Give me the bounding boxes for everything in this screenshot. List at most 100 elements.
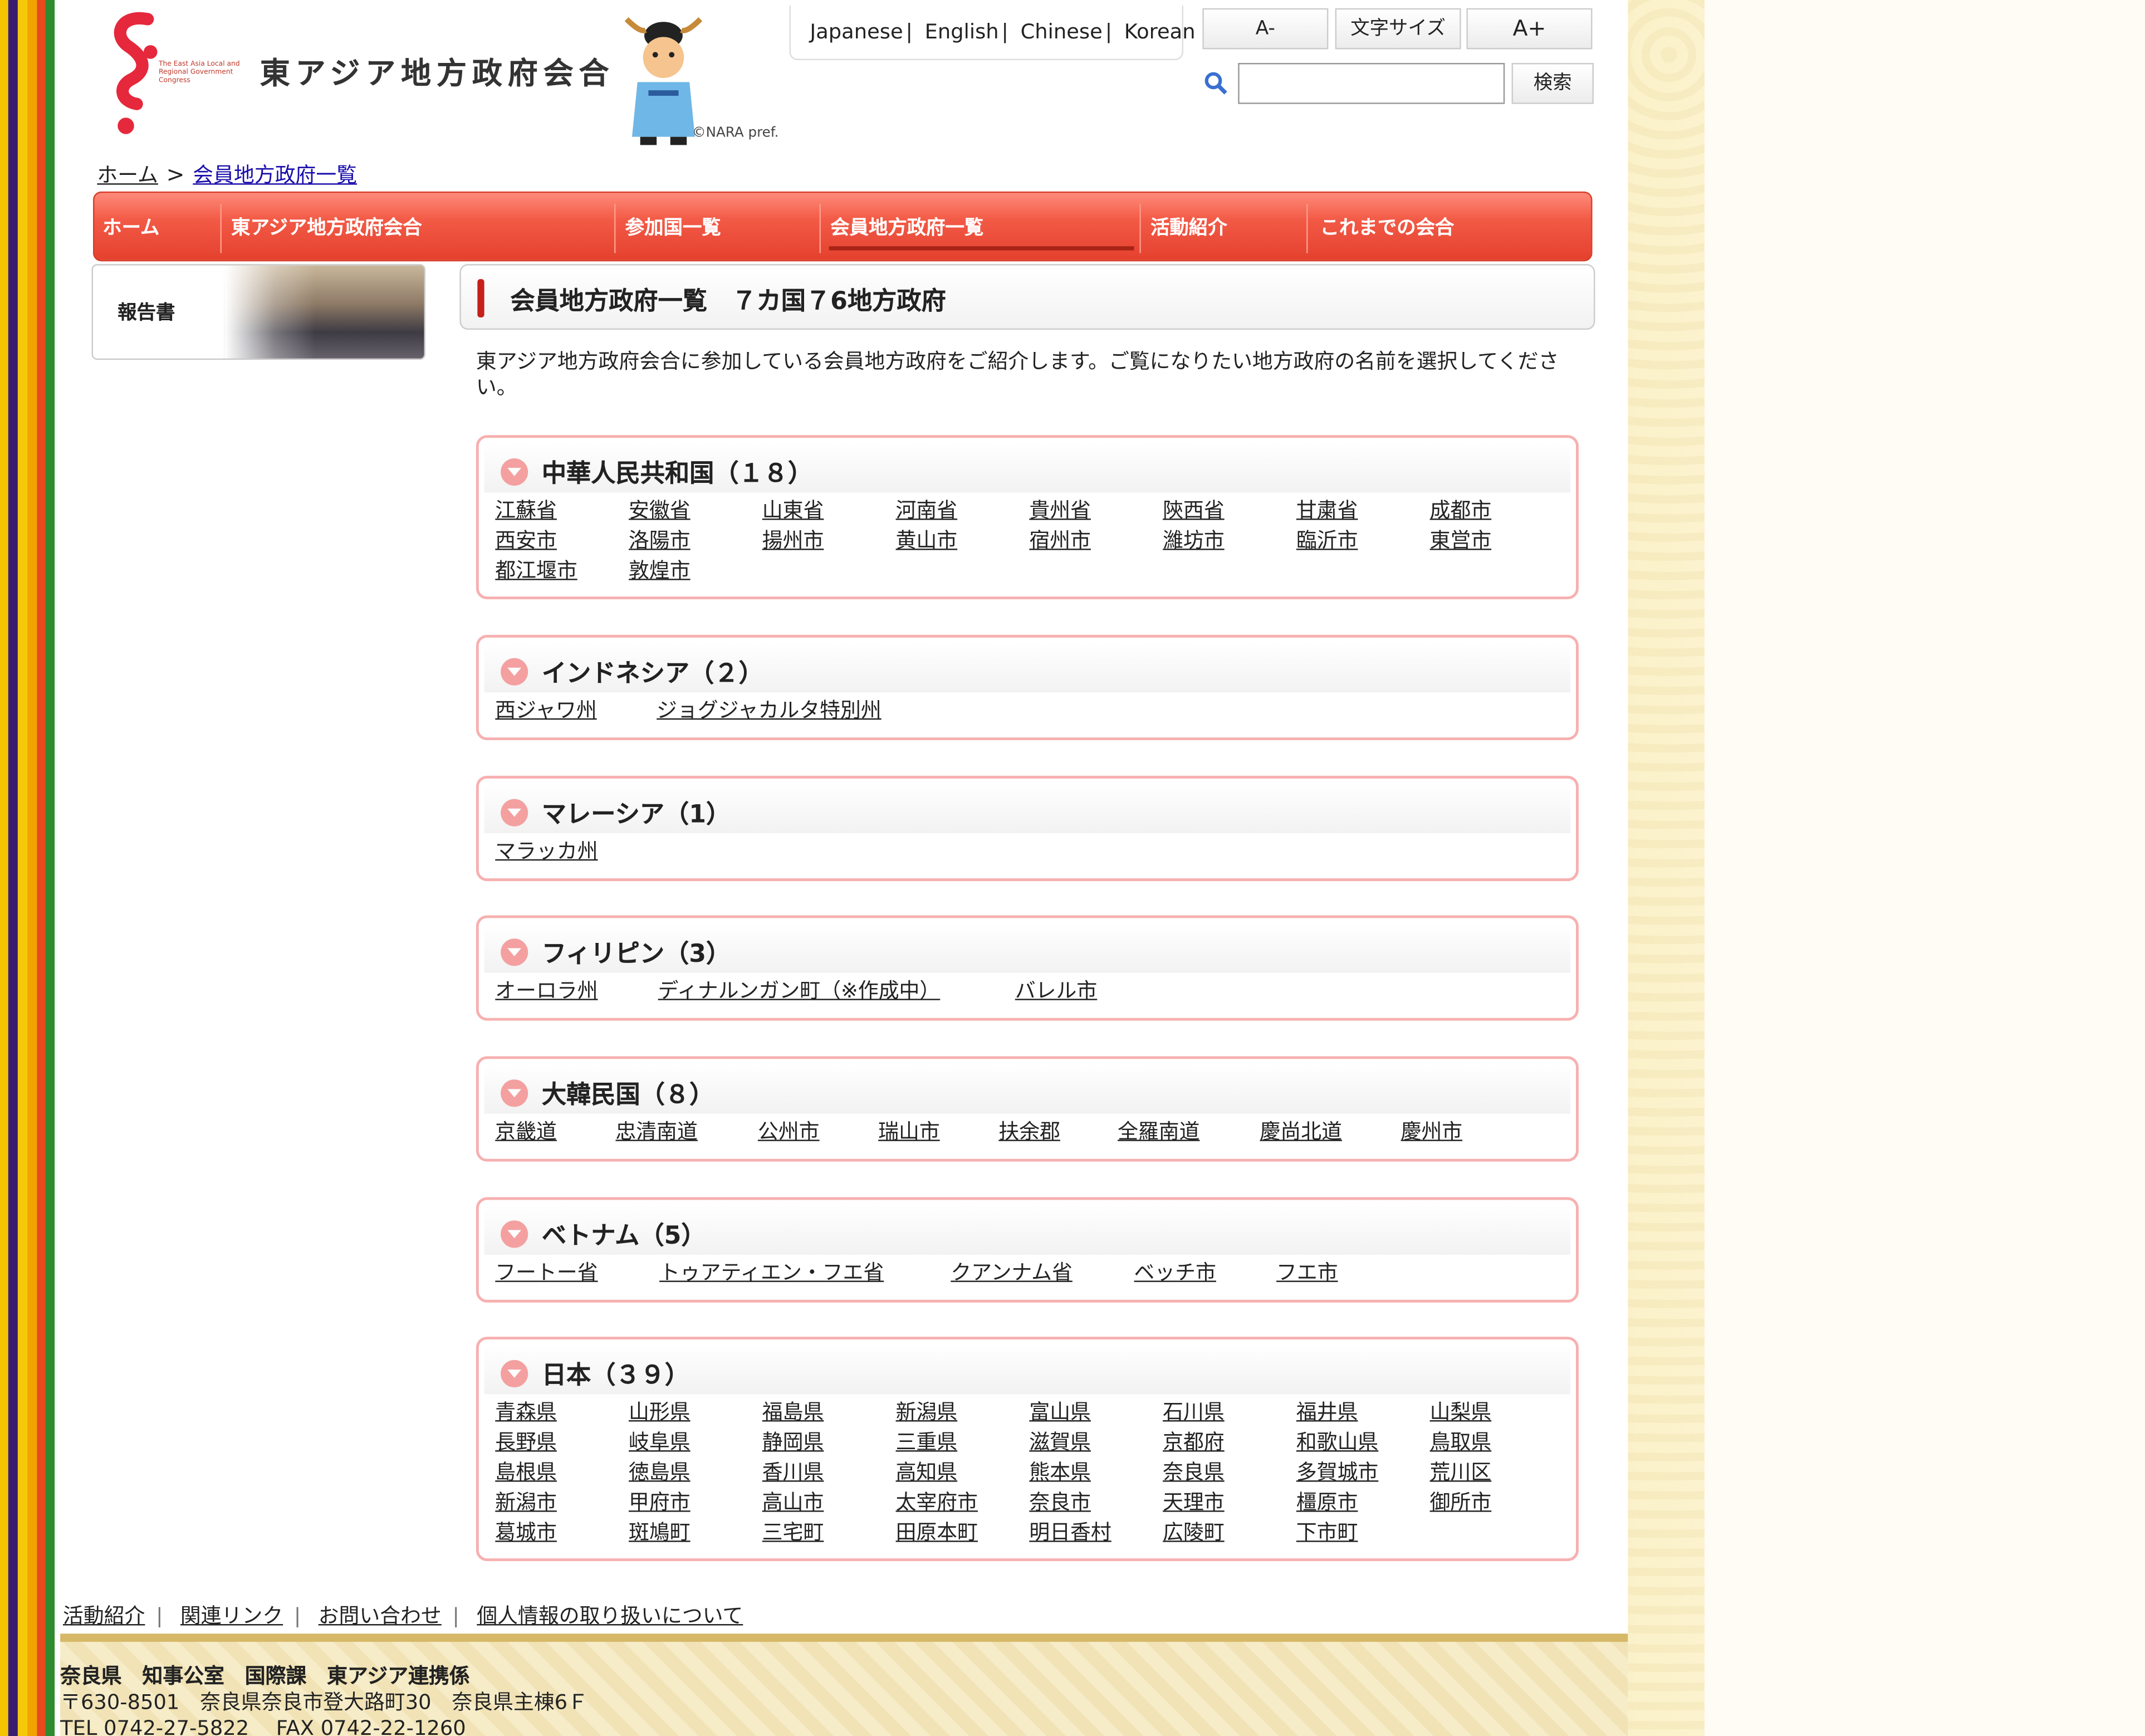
member-government-link[interactable]: 田原本町 bbox=[896, 1517, 978, 1547]
member-government-link[interactable]: オーロラ州 bbox=[495, 976, 598, 1006]
search-button[interactable]: 検索 bbox=[1511, 63, 1594, 104]
member-government-link[interactable]: 全羅南道 bbox=[1118, 1117, 1199, 1147]
member-government-link[interactable]: 福島県 bbox=[762, 1397, 824, 1427]
member-government-link[interactable]: フートー省 bbox=[495, 1258, 598, 1288]
nav-participating-countries[interactable]: 参加国一覧 bbox=[617, 193, 820, 260]
lang-japanese[interactable]: Japanese bbox=[810, 19, 903, 43]
member-government-link[interactable]: 多賀城市 bbox=[1296, 1457, 1378, 1487]
member-government-link[interactable]: 東営市 bbox=[1430, 525, 1492, 555]
member-government-link[interactable]: 岐阜県 bbox=[629, 1427, 690, 1457]
member-government-link[interactable]: 新潟県 bbox=[896, 1397, 958, 1427]
footer-link-activities[interactable]: 活動紹介 bbox=[63, 1603, 145, 1628]
member-government-link[interactable]: 忠清南道 bbox=[615, 1117, 697, 1147]
member-government-link[interactable]: フエ市 bbox=[1276, 1258, 1338, 1288]
member-government-link[interactable]: 敦煌市 bbox=[629, 555, 690, 585]
member-government-link[interactable]: 扶余郡 bbox=[998, 1117, 1060, 1147]
member-government-link[interactable]: 静岡県 bbox=[762, 1427, 824, 1457]
member-government-link[interactable]: 慶尚北道 bbox=[1260, 1117, 1342, 1147]
member-government-link[interactable]: 宿州市 bbox=[1029, 525, 1091, 555]
member-government-link[interactable]: 西安市 bbox=[495, 525, 557, 555]
member-government-link[interactable]: 奈良市 bbox=[1029, 1487, 1091, 1517]
member-government-link[interactable]: 葛城市 bbox=[495, 1517, 557, 1547]
member-government-link[interactable]: 山東省 bbox=[762, 495, 824, 525]
breadcrumb-home[interactable]: ホーム bbox=[97, 163, 158, 187]
member-government-link[interactable]: ジョグジャカルタ特別州 bbox=[657, 695, 881, 725]
member-government-link[interactable]: 橿原市 bbox=[1296, 1487, 1358, 1517]
logo-text[interactable]: 東アジア地方政府会合 bbox=[260, 49, 615, 93]
page-title: 会員地方政府一覧 ７カ国７6地方政府 bbox=[510, 287, 946, 316]
footer-link-contact[interactable]: お問い合わせ bbox=[319, 1603, 442, 1628]
member-government-link[interactable]: 長野県 bbox=[495, 1427, 557, 1457]
member-government-link[interactable]: 荒川区 bbox=[1430, 1457, 1492, 1487]
member-government-link[interactable]: 高山市 bbox=[762, 1487, 824, 1517]
member-government-link[interactable]: 甲府市 bbox=[629, 1487, 690, 1517]
member-government-link[interactable]: 山形県 bbox=[629, 1397, 690, 1427]
nav-past-meetings[interactable]: これまでの会合 bbox=[1312, 193, 1585, 260]
member-government-link[interactable]: 三重県 bbox=[896, 1427, 958, 1457]
member-government-link[interactable]: 京畿道 bbox=[495, 1117, 557, 1147]
member-government-link[interactable]: 濰坊市 bbox=[1163, 525, 1225, 555]
member-government-link[interactable]: ベッチ市 bbox=[1134, 1258, 1216, 1288]
member-government-link[interactable]: 山梨県 bbox=[1430, 1397, 1492, 1427]
member-government-link[interactable]: 甘粛省 bbox=[1296, 495, 1358, 525]
member-government-link[interactable]: 明日香村 bbox=[1029, 1517, 1111, 1547]
member-government-link[interactable]: 太宰府市 bbox=[896, 1487, 978, 1517]
member-government-link[interactable]: マラッカ州 bbox=[495, 836, 598, 866]
member-government-link[interactable]: 安徽省 bbox=[629, 495, 690, 525]
member-government-link[interactable]: 下市町 bbox=[1296, 1517, 1358, 1547]
member-government-link[interactable]: 青森県 bbox=[495, 1397, 557, 1427]
member-government-link[interactable]: 和歌山県 bbox=[1296, 1427, 1378, 1457]
member-government-link[interactable]: 成都市 bbox=[1430, 495, 1492, 525]
member-government-link[interactable]: 都江堰市 bbox=[495, 555, 577, 585]
font-size-decrease-button[interactable]: A- bbox=[1202, 8, 1329, 50]
font-size-increase-button[interactable]: A+ bbox=[1466, 8, 1593, 50]
font-size-label: 文字サイズ bbox=[1335, 8, 1461, 50]
member-government-link[interactable]: 富山県 bbox=[1029, 1397, 1091, 1427]
lang-english[interactable]: English bbox=[925, 19, 999, 43]
member-government-link[interactable]: 揚州市 bbox=[762, 525, 824, 555]
member-government-link[interactable]: 滋賀県 bbox=[1029, 1427, 1091, 1457]
member-government-link[interactable]: 徳島県 bbox=[629, 1457, 690, 1487]
member-government-link[interactable]: 鳥取県 bbox=[1430, 1427, 1492, 1457]
lang-korean[interactable]: Korean bbox=[1124, 19, 1196, 43]
member-government-link[interactable]: 瑞山市 bbox=[878, 1117, 940, 1147]
member-government-link[interactable]: 黄山市 bbox=[896, 525, 958, 555]
member-government-link[interactable]: 臨沂市 bbox=[1296, 525, 1358, 555]
member-government-link[interactable]: 熊本県 bbox=[1029, 1457, 1091, 1487]
member-government-link[interactable]: 洛陽市 bbox=[629, 525, 690, 555]
footer-link-privacy[interactable]: 個人情報の取り扱いについて bbox=[477, 1603, 743, 1628]
member-government-link[interactable]: 西ジャワ州 bbox=[495, 695, 596, 725]
search-input[interactable] bbox=[1238, 63, 1505, 104]
member-government-link[interactable]: 石川県 bbox=[1163, 1397, 1225, 1427]
logo-icon[interactable] bbox=[107, 11, 164, 140]
nav-home[interactable]: ホーム bbox=[95, 193, 221, 260]
member-government-link[interactable]: 陝西省 bbox=[1163, 495, 1225, 525]
member-government-link[interactable]: 高知県 bbox=[896, 1457, 958, 1487]
member-government-link[interactable]: 香川県 bbox=[762, 1457, 824, 1487]
member-government-link[interactable]: 島根県 bbox=[495, 1457, 557, 1487]
member-government-link[interactable]: 河南省 bbox=[896, 495, 958, 525]
member-government-link[interactable]: ディナルンガン町（※作成中） bbox=[658, 976, 941, 1006]
nav-congress[interactable]: 東アジア地方政府会合 bbox=[223, 193, 614, 260]
member-government-link[interactable]: 奈良県 bbox=[1163, 1457, 1225, 1487]
member-government-link[interactable]: トゥアティエン・フエ省 bbox=[659, 1258, 884, 1288]
member-government-link[interactable]: 公州市 bbox=[758, 1117, 820, 1147]
footer-link-related[interactable]: 関連リンク bbox=[180, 1603, 283, 1628]
member-government-link[interactable]: バレル市 bbox=[1015, 976, 1097, 1006]
nav-activities[interactable]: 活動紹介 bbox=[1142, 193, 1306, 260]
member-government-link[interactable]: 三宅町 bbox=[762, 1517, 824, 1547]
member-government-link[interactable]: 福井県 bbox=[1296, 1397, 1358, 1427]
member-government-link[interactable]: 江蘇省 bbox=[495, 495, 557, 525]
member-government-link[interactable]: 貴州省 bbox=[1029, 495, 1091, 525]
member-government-link[interactable]: 御所市 bbox=[1430, 1487, 1492, 1517]
member-government-link[interactable]: 京都府 bbox=[1163, 1427, 1225, 1457]
member-government-link[interactable]: 慶州市 bbox=[1401, 1117, 1463, 1147]
lang-chinese[interactable]: Chinese bbox=[1021, 19, 1103, 43]
member-government-link[interactable]: 広陵町 bbox=[1163, 1517, 1225, 1547]
member-government-link[interactable]: 斑鳩町 bbox=[629, 1517, 690, 1547]
member-government-link[interactable]: 新潟市 bbox=[495, 1487, 557, 1517]
sidebar-report-banner[interactable]: 報告書 bbox=[91, 264, 426, 360]
breadcrumb-current[interactable]: 会員地方政府一覧 bbox=[193, 163, 357, 187]
member-government-link[interactable]: クアンナム省 bbox=[951, 1258, 1072, 1288]
member-government-link[interactable]: 天理市 bbox=[1163, 1487, 1225, 1517]
